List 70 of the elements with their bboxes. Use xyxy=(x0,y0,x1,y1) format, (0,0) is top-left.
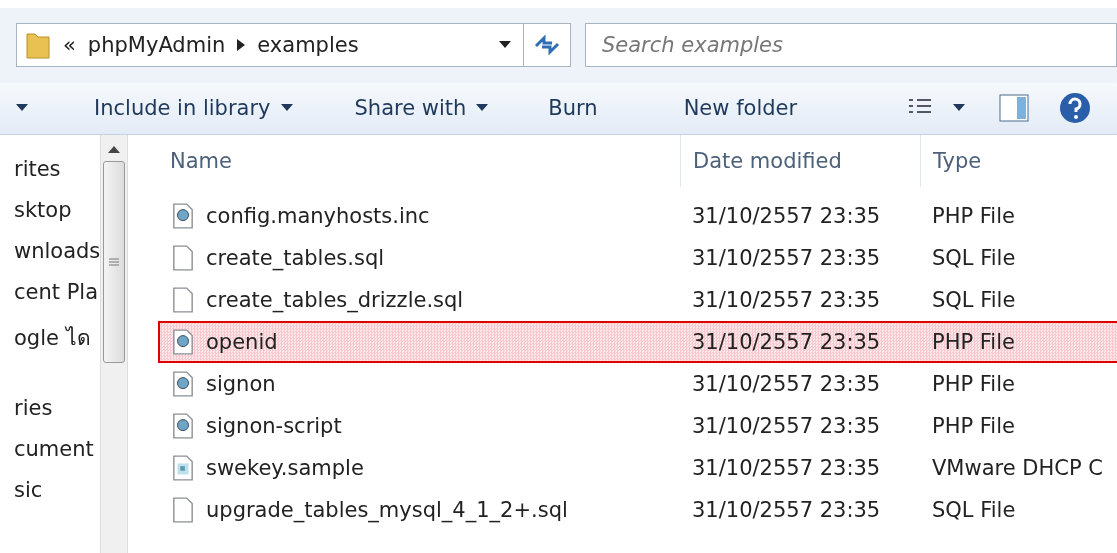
folder-icon xyxy=(25,30,51,61)
toolbar-button[interactable]: New folder xyxy=(683,92,798,125)
nav-item[interactable]: cument xyxy=(14,437,100,478)
type-cell-text: SQL File xyxy=(931,498,1017,522)
date-cell-text: 31/10/2557 23:35 xyxy=(691,330,882,354)
highlighted-row[interactable]: openid 31/10/2557 23:35 PHP File xyxy=(158,321,1117,363)
file-name: config.manyhosts.inc xyxy=(206,204,430,228)
date-cell-text: 31/10/2557 23:35 xyxy=(691,204,882,228)
file-name: swekey.sample xyxy=(206,456,364,480)
type-cell-text: PHP File xyxy=(931,372,1016,396)
file-name: create_tables.sql xyxy=(206,246,385,270)
php-file-icon xyxy=(172,328,194,356)
file-icon xyxy=(172,496,194,524)
date-cell-text: 31/10/2557 23:35 xyxy=(691,498,882,522)
scrollbar-thumb[interactable] xyxy=(103,161,125,363)
type-cell-text: PHP File xyxy=(931,330,1016,354)
caret-icon xyxy=(16,104,28,113)
nav-item[interactable]: sic xyxy=(14,478,100,519)
type-cell-text: SQL File xyxy=(931,246,1017,270)
toolbar-button[interactable]: Include in library xyxy=(94,92,293,125)
column-header[interactable]: Date modified xyxy=(693,149,842,173)
type-cell-text: PHP File xyxy=(931,204,1016,228)
toolbar-button[interactable]: Share with xyxy=(354,92,489,125)
grip-icon xyxy=(109,258,119,266)
file-icon xyxy=(172,244,194,272)
php-file-icon xyxy=(172,370,194,398)
nav-item[interactable]: rites xyxy=(14,157,100,198)
date-cell-text: 31/10/2557 23:35 xyxy=(691,288,882,312)
file-row[interactable]: swekey.sample 31/10/2557 23:35 VMware DHCP C xyxy=(158,447,1117,489)
file-row[interactable]: create_tables_drizzle.sql 31/10/2557 23:35 SQL File xyxy=(158,279,1117,321)
file-name: upgrade_tables_mysql_4_1_2+.sql xyxy=(206,498,568,522)
file-name: openid xyxy=(206,330,278,354)
php-file-icon xyxy=(172,202,194,230)
config-file-icon xyxy=(172,454,194,482)
breadcrumb-item[interactable]: examples xyxy=(257,33,359,58)
file-row[interactable]: upgrade_tables_mysql_4_1_2+.sql 31/10/2557 23:35 SQL File xyxy=(158,489,1117,531)
php-file-icon xyxy=(172,412,194,440)
help-icon[interactable] xyxy=(1059,92,1092,125)
column-header[interactable]: Type xyxy=(933,149,982,173)
date-cell-text: 31/10/2557 23:35 xyxy=(691,372,882,396)
type-cell-text: SQL File xyxy=(931,288,1017,312)
file-row[interactable]: signon-script 31/10/2557 23:35 PHP File xyxy=(158,405,1117,447)
file-row[interactable]: signon 31/10/2557 23:35 PHP File xyxy=(158,363,1117,405)
file-row[interactable]: create_tables.sql 31/10/2557 23:35 SQL File xyxy=(158,237,1117,279)
breadcrumb-item[interactable]: phpMyAdmin xyxy=(87,33,226,58)
file-name: create_tables_drizzle.sql xyxy=(206,288,464,312)
file-name: signon-script xyxy=(206,414,342,438)
breadcrumb-arrow-icon[interactable] xyxy=(237,39,246,52)
caret-icon xyxy=(476,104,489,113)
dropdown-caret-icon[interactable] xyxy=(499,41,511,50)
file-name: signon xyxy=(206,372,276,396)
date-cell-text: 31/10/2557 23:35 xyxy=(691,456,882,480)
date-cell-text: 31/10/2557 23:35 xyxy=(691,246,882,270)
file-row[interactable]: config.manyhosts.inc 31/10/2557 23:35 PHP File xyxy=(158,195,1117,237)
nav-item[interactable]: ogle ได xyxy=(14,321,100,362)
type-cell-text: PHP File xyxy=(931,414,1016,438)
column-header[interactable]: Name xyxy=(170,149,232,173)
search-field[interactable]: Search examples xyxy=(585,23,1117,68)
caret-icon xyxy=(280,104,293,113)
address-bar[interactable]: « phpMyAdmin examples xyxy=(16,23,571,68)
nav-item[interactable]: wnloads xyxy=(14,239,100,280)
scroll-up-icon[interactable] xyxy=(108,145,120,153)
nav-item[interactable]: ries xyxy=(14,396,100,437)
date-cell-text: 31/10/2557 23:35 xyxy=(691,414,882,438)
toolbar-button[interactable]: Burn xyxy=(548,92,598,125)
type-cell-text: VMware DHCP C xyxy=(931,456,1104,480)
nav-item[interactable]: cent Pla xyxy=(14,280,100,321)
file-icon xyxy=(172,286,194,314)
overflow-chevron[interactable]: « xyxy=(63,33,76,58)
nav-item[interactable]: sktop xyxy=(14,198,100,239)
